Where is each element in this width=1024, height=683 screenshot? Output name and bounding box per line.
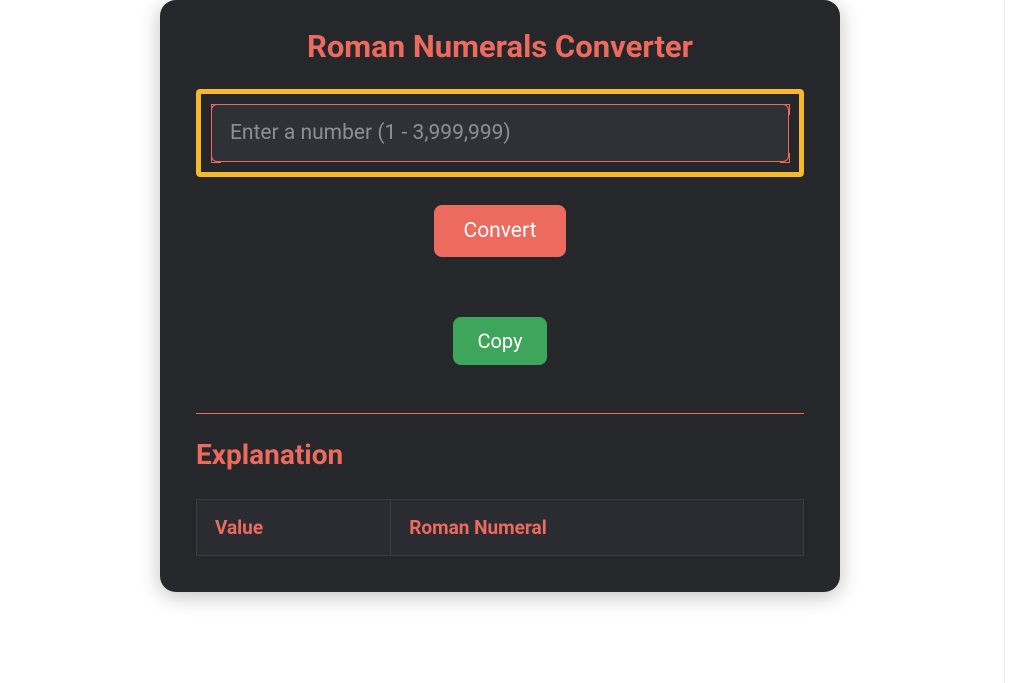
table-header-row: Value Roman Numeral — [197, 500, 804, 556]
copy-row: Copy — [196, 317, 804, 365]
number-input-placeholder: Enter a number (1 - 3,999,999) — [230, 121, 511, 145]
copy-button[interactable]: Copy — [453, 317, 546, 365]
page-title: Roman Numerals Converter — [196, 28, 804, 65]
convert-button[interactable]: Convert — [434, 205, 567, 257]
column-header-value: Value — [197, 500, 391, 556]
convert-row: Convert — [196, 205, 804, 257]
converter-card: Roman Numerals Converter Enter a number … — [160, 0, 840, 592]
column-header-roman: Roman Numeral — [391, 500, 804, 556]
corner-decoration — [211, 153, 221, 163]
page-edge — [1004, 0, 1024, 683]
section-divider — [196, 413, 804, 414]
input-highlight-frame: Enter a number (1 - 3,999,999) — [196, 89, 804, 177]
number-input[interactable]: Enter a number (1 - 3,999,999) — [211, 104, 789, 162]
corner-decoration — [780, 153, 790, 163]
explanation-heading: Explanation — [196, 438, 804, 471]
explanation-table: Value Roman Numeral — [196, 499, 804, 556]
